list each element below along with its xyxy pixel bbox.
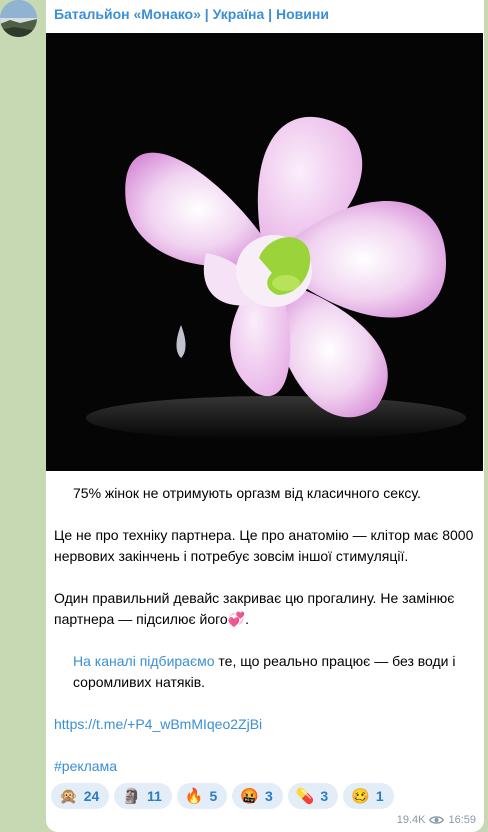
post-paragraph-4: На каналі підбираємо те, що реально прац… bbox=[54, 651, 474, 693]
reaction-see-no-evil-monkey[interactable]: 🙊 24 bbox=[51, 783, 110, 809]
reaction-woozy-face[interactable]: 🥴 1 bbox=[343, 783, 394, 809]
see-no-evil-monkey-icon: 🙊 bbox=[59, 786, 78, 805]
channel-link[interactable]: На каналі підбираємо bbox=[73, 653, 215, 669]
channel-avatar[interactable] bbox=[0, 0, 37, 37]
reaction-count: 3 bbox=[264, 788, 273, 804]
pill-icon: 💊 bbox=[295, 786, 315, 805]
view-count: 19.4K bbox=[396, 814, 426, 826]
post-text: 75% жінок не отримують оргазм від класич… bbox=[54, 483, 474, 777]
post-paragraph-2: Це не про техніку партнера. Це про анато… bbox=[54, 527, 474, 564]
reaction-cursing-face[interactable]: 🤬 3 bbox=[232, 783, 283, 809]
channel-name[interactable]: Батальйон «Монако» | Україна | Новини bbox=[54, 6, 329, 22]
reaction-count: 24 bbox=[83, 788, 100, 804]
moai-icon: 🗿 bbox=[122, 786, 141, 805]
fire-icon: 🔥 bbox=[184, 786, 204, 805]
reaction-count: 3 bbox=[320, 788, 329, 804]
reaction-moai[interactable]: 🗿 11 bbox=[114, 783, 172, 809]
hashtag-link[interactable]: #реклама bbox=[54, 756, 474, 777]
post-paragraph-3: Один правильний девайс закриває цю прога… bbox=[54, 590, 455, 627]
reaction-pill[interactable]: 💊 3 bbox=[287, 783, 339, 809]
cursing-face-icon: 🤬 bbox=[240, 786, 259, 805]
message-time: 16:59 bbox=[448, 814, 476, 826]
reaction-count: 5 bbox=[209, 788, 218, 804]
reaction-count: 11 bbox=[146, 788, 162, 804]
reaction-count: 1 bbox=[375, 788, 384, 804]
post-line-1: 75% жінок не отримують оргазм від класич… bbox=[73, 485, 421, 501]
woozy-face-icon: 🥴 bbox=[351, 786, 370, 805]
post-photo[interactable] bbox=[46, 33, 483, 471]
message-meta: 19.4K 16:59 bbox=[397, 814, 476, 826]
eye-icon bbox=[429, 816, 445, 824]
reactions-bar: 🙊 24 🗿 11 🔥 5 🤬 3 💊 3 🥴 1 bbox=[51, 783, 394, 809]
message-bubble: Батальйон «Монако» | Україна | Новини 75… bbox=[46, 0, 484, 832]
reaction-fire[interactable]: 🔥 5 bbox=[176, 783, 228, 809]
invite-link[interactable]: https://t.me/+P4_wBmMIqeo2ZjBi bbox=[54, 714, 474, 735]
